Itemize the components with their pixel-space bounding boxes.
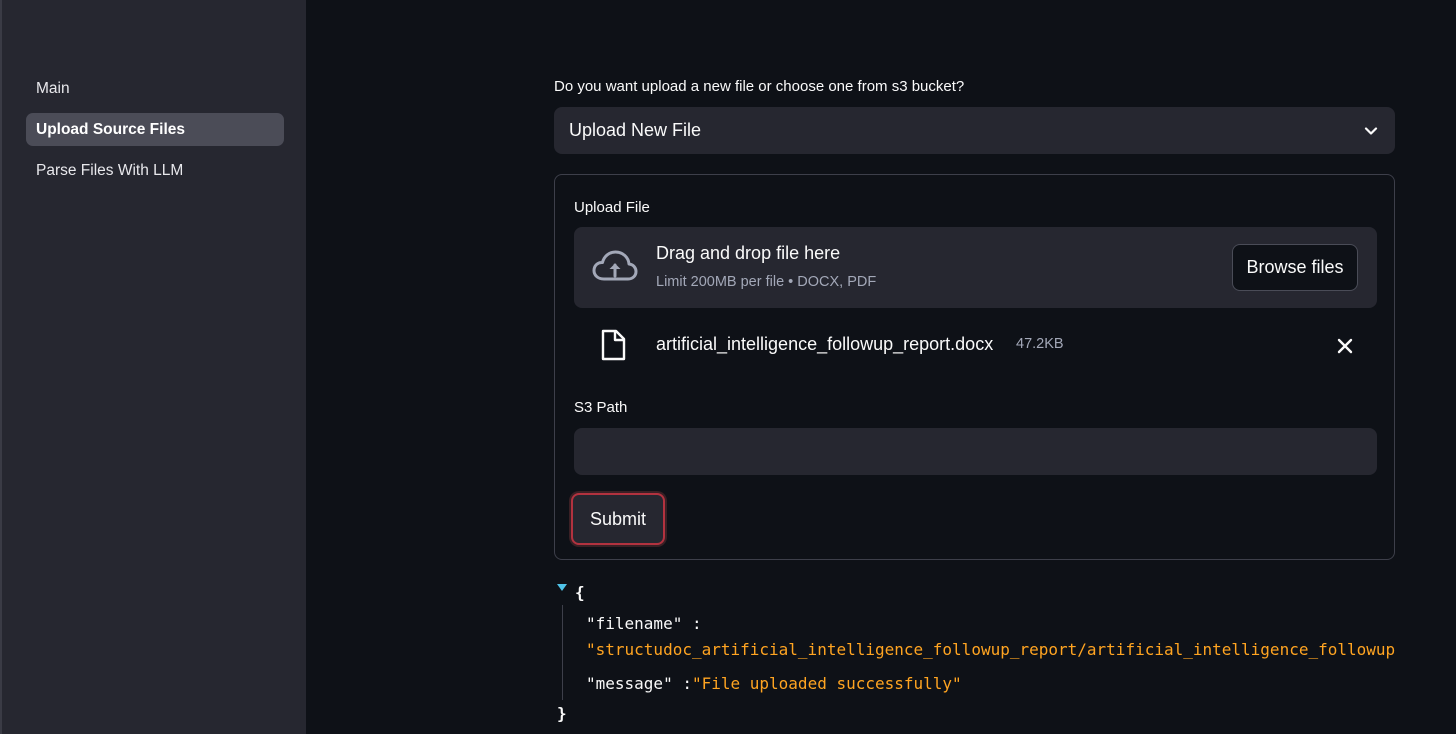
uploaded-file-size: 47.2KB — [1016, 336, 1064, 352]
chevron-down-icon — [1364, 126, 1378, 135]
cloud-upload-icon — [592, 250, 638, 281]
json-indent-guide — [562, 605, 563, 700]
json-close-brace: } — [557, 704, 567, 723]
app: Main Upload Source Files Parse Files Wit… — [0, 0, 1456, 734]
file-icon — [601, 329, 626, 361]
collapse-caret-icon[interactable] — [556, 583, 568, 593]
upload-form: Upload File Drag and drop file here Limi… — [554, 174, 1395, 560]
source-question-label: Do you want upload a new file or choose … — [554, 78, 965, 95]
s3-path-label: S3 Path — [574, 399, 628, 416]
json-filename-value: "structudoc_artificial_intelligence_foll… — [586, 640, 1395, 659]
source-select[interactable]: Upload New File — [554, 107, 1395, 154]
file-dropzone[interactable]: Drag and drop file here Limit 200MB per … — [574, 227, 1377, 308]
sidebar: Main Upload Source Files Parse Files Wit… — [0, 0, 306, 734]
s3-path-input[interactable] — [574, 428, 1377, 475]
dropzone-title: Drag and drop file here — [656, 243, 841, 263]
json-string: "File uploaded successfully" — [691, 674, 962, 693]
submit-button[interactable]: Submit — [571, 493, 665, 545]
uploaded-file-row: artificial_intelligence_followup_report.… — [574, 325, 1377, 367]
upload-file-label: Upload File — [574, 199, 650, 216]
json-filename-key: "filename" : — [586, 614, 702, 633]
json-message-row: "message" :"File uploaded successfully" — [586, 674, 962, 693]
sidebar-item-main[interactable]: Main — [26, 72, 284, 105]
json-key: "message" : — [586, 674, 692, 693]
source-select-value: Upload New File — [569, 120, 702, 140]
json-string: "structudoc_artificial_intelligence_foll… — [586, 640, 1395, 659]
main-content: Do you want upload a new file or choose … — [306, 0, 1456, 734]
sidebar-item-parse-files-with-llm[interactable]: Parse Files With LLM — [26, 154, 284, 187]
dropzone-limit-text: Limit 200MB per file • DOCX, PDF — [656, 274, 877, 290]
close-icon[interactable] — [1335, 336, 1355, 356]
json-open-brace: { — [575, 583, 585, 602]
sidebar-nav: Main Upload Source Files Parse Files Wit… — [26, 72, 284, 195]
browse-files-button[interactable]: Browse files — [1232, 244, 1358, 291]
uploaded-file-name: artificial_intelligence_followup_report.… — [656, 334, 994, 354]
sidebar-item-upload-source-files[interactable]: Upload Source Files — [26, 113, 284, 146]
json-response-viewer: { "filename" : "structudoc_artificial_in… — [554, 580, 1395, 730]
json-key: "filename" : — [586, 614, 702, 633]
